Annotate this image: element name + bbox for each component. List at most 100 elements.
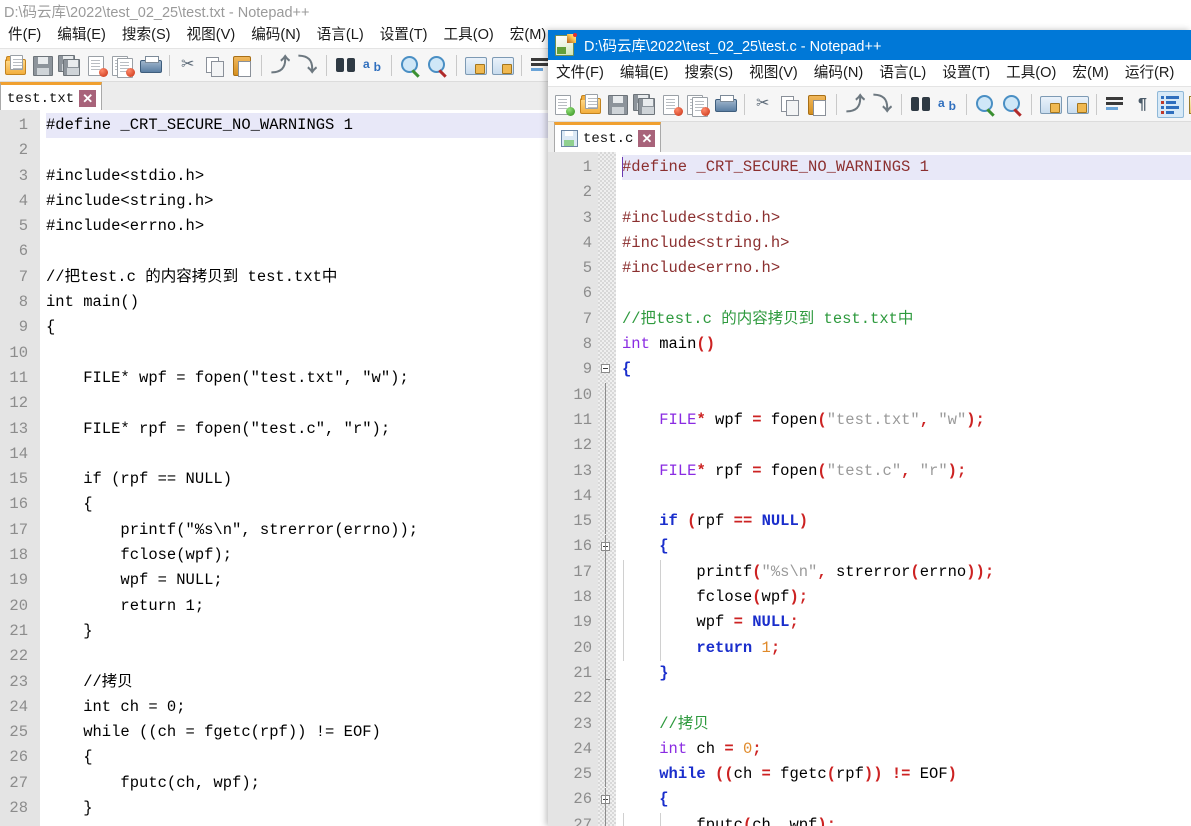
left-code-area[interactable]: #define _CRT_SECURE_NO_WARNINGS 1 #inclu…: [40, 110, 548, 826]
code-line[interactable]: printf("%s\n", strerror(errno));: [622, 560, 1191, 585]
menu-item-left-8[interactable]: 宏(M): [502, 22, 548, 48]
sync-scroll-h-icon[interactable]: [490, 53, 515, 78]
code-line[interactable]: }: [46, 619, 548, 644]
code-line[interactable]: FILE* rpf = fopen("test.c", "r");: [622, 459, 1191, 484]
code-line[interactable]: }: [622, 661, 1191, 686]
code-line[interactable]: {: [46, 492, 548, 517]
word-wrap-icon[interactable]: [1103, 92, 1128, 117]
menu-item-left-1[interactable]: 编辑(E): [49, 22, 114, 48]
right-toolbar[interactable]: ✂ ⤴ ⤵ ¶: [548, 87, 1191, 122]
code-line[interactable]: while ((ch = fgetc(rpf)) != EOF): [622, 762, 1191, 787]
paste-icon[interactable]: [230, 53, 255, 78]
code-line[interactable]: FILE* wpf = fopen("test.txt", "w");: [622, 408, 1191, 433]
copy-icon[interactable]: [778, 92, 803, 117]
left-editor[interactable]: 1234567891011121314151617181920212223242…: [0, 110, 548, 826]
show-all-chars-icon[interactable]: ¶: [1130, 92, 1155, 117]
code-line[interactable]: #include<stdio.h>: [622, 206, 1191, 231]
code-line[interactable]: #define _CRT_SECURE_NO_WARNINGS 1: [46, 113, 548, 138]
code-line[interactable]: return 1;: [622, 636, 1191, 661]
save-all-icon[interactable]: [57, 53, 82, 78]
menu-item-right-2[interactable]: 搜索(S): [676, 60, 741, 86]
code-line[interactable]: [46, 442, 548, 467]
zoom-out-icon[interactable]: [425, 53, 450, 78]
menu-item-right-5[interactable]: 语言(L): [871, 60, 934, 86]
code-line[interactable]: [46, 138, 548, 163]
code-line[interactable]: fputc(ch, wpf);: [46, 771, 548, 796]
new-file-icon[interactable]: [551, 92, 576, 117]
code-line[interactable]: if (rpf == NULL): [46, 467, 548, 492]
save-all-icon[interactable]: [632, 92, 657, 117]
right-tabbar[interactable]: test.c ✕: [548, 122, 1191, 153]
code-line[interactable]: [46, 644, 548, 669]
menu-item-left-5[interactable]: 语言(L): [309, 22, 372, 48]
code-line[interactable]: //拷贝: [622, 712, 1191, 737]
menu-item-right-4[interactable]: 编码(N): [806, 60, 871, 86]
tab-test-txt[interactable]: test.txt ✕: [0, 82, 102, 112]
code-line[interactable]: wpf = NULL;: [46, 568, 548, 593]
code-line[interactable]: #include<string.h>: [46, 189, 548, 214]
left-toolbar[interactable]: ✂ ⤴ ⤵: [0, 49, 548, 82]
left-tabbar[interactable]: test.txt ✕: [0, 82, 548, 113]
print-icon[interactable]: [713, 92, 738, 117]
code-line[interactable]: {: [622, 357, 1191, 382]
menu-item-right-6[interactable]: 设置(T): [934, 60, 998, 86]
notepadpp-window-left[interactable]: D:\码云库\2022\test_02_25\test.txt - Notepa…: [0, 0, 548, 826]
code-line[interactable]: if (rpf == NULL): [622, 509, 1191, 534]
code-line[interactable]: #include<stdio.h>: [46, 164, 548, 189]
menu-item-left-6[interactable]: 设置(T): [372, 22, 436, 48]
menu-item-left-3[interactable]: 视图(V): [179, 22, 244, 48]
menu-item-left-0[interactable]: 件(F): [0, 22, 49, 48]
close-file-icon[interactable]: [659, 92, 684, 117]
menu-item-right-9[interactable]: 运行(R): [1117, 60, 1182, 86]
code-line[interactable]: //把test.c 的内容拷贝到 test.txt中: [622, 307, 1191, 332]
code-line[interactable]: {: [46, 315, 548, 340]
find-icon[interactable]: [908, 92, 933, 117]
code-line[interactable]: wpf = NULL;: [622, 610, 1191, 635]
code-line[interactable]: int main(): [622, 332, 1191, 357]
menu-item-right-7[interactable]: 工具(O): [998, 60, 1064, 86]
menu-item-right-10[interactable]: 插: [1182, 60, 1191, 86]
sync-scroll-v-icon[interactable]: [463, 53, 488, 78]
code-line[interactable]: [46, 341, 548, 366]
zoom-in-icon[interactable]: [973, 92, 998, 117]
replace-icon[interactable]: [360, 53, 385, 78]
right-code-area[interactable]: #define _CRT_SECURE_NO_WARNINGS 1 #inclu…: [616, 152, 1191, 826]
menu-item-left-2[interactable]: 搜索(S): [114, 22, 179, 48]
code-line[interactable]: //拷贝: [46, 670, 548, 695]
close-all-icon[interactable]: [111, 53, 136, 78]
macro-record-icon[interactable]: [1186, 92, 1191, 117]
code-line[interactable]: [622, 433, 1191, 458]
right-editor[interactable]: 1234567891011121314151617181920212223242…: [548, 152, 1191, 826]
code-line[interactable]: {: [622, 534, 1191, 559]
print-icon[interactable]: [138, 53, 163, 78]
left-titlebar[interactable]: D:\码云库\2022\test_02_25\test.txt - Notepa…: [0, 0, 548, 22]
menu-item-right-1[interactable]: 编辑(E): [612, 60, 677, 86]
undo-icon[interactable]: ⤴: [268, 53, 293, 78]
left-menubar[interactable]: 件(F)编辑(E)搜索(S)视图(V)编码(N)语言(L)设置(T)工具(O)宏…: [0, 22, 548, 49]
code-line[interactable]: //把test.c 的内容拷贝到 test.txt中: [46, 265, 548, 290]
sync-scroll-h-icon[interactable]: [1065, 92, 1090, 117]
redo-icon[interactable]: ⤵: [870, 92, 895, 117]
close-file-icon[interactable]: [84, 53, 109, 78]
copy-icon[interactable]: [203, 53, 228, 78]
open-file-icon[interactable]: [578, 92, 603, 117]
code-line[interactable]: [622, 383, 1191, 408]
code-line[interactable]: FILE* wpf = fopen("test.txt", "w");: [46, 366, 548, 391]
fold-collapse-box[interactable]: [601, 364, 610, 373]
find-icon[interactable]: [333, 53, 358, 78]
code-line[interactable]: [46, 239, 548, 264]
right-fold-margin[interactable]: [598, 152, 616, 826]
zoom-out-icon[interactable]: [1000, 92, 1025, 117]
menu-item-left-7[interactable]: 工具(O): [436, 22, 502, 48]
code-line[interactable]: [622, 180, 1191, 205]
code-line[interactable]: [622, 686, 1191, 711]
code-line[interactable]: [46, 391, 548, 416]
code-line[interactable]: [46, 821, 548, 826]
code-line[interactable]: int ch = 0;: [46, 695, 548, 720]
code-line[interactable]: #include<errno.h>: [622, 256, 1191, 281]
code-line[interactable]: #define _CRT_SECURE_NO_WARNINGS 1: [622, 155, 1191, 180]
close-all-icon[interactable]: [686, 92, 711, 117]
code-line[interactable]: while ((ch = fgetc(rpf)) != EOF): [46, 720, 548, 745]
code-line[interactable]: int ch = 0;: [622, 737, 1191, 762]
code-line[interactable]: return 1;: [46, 594, 548, 619]
